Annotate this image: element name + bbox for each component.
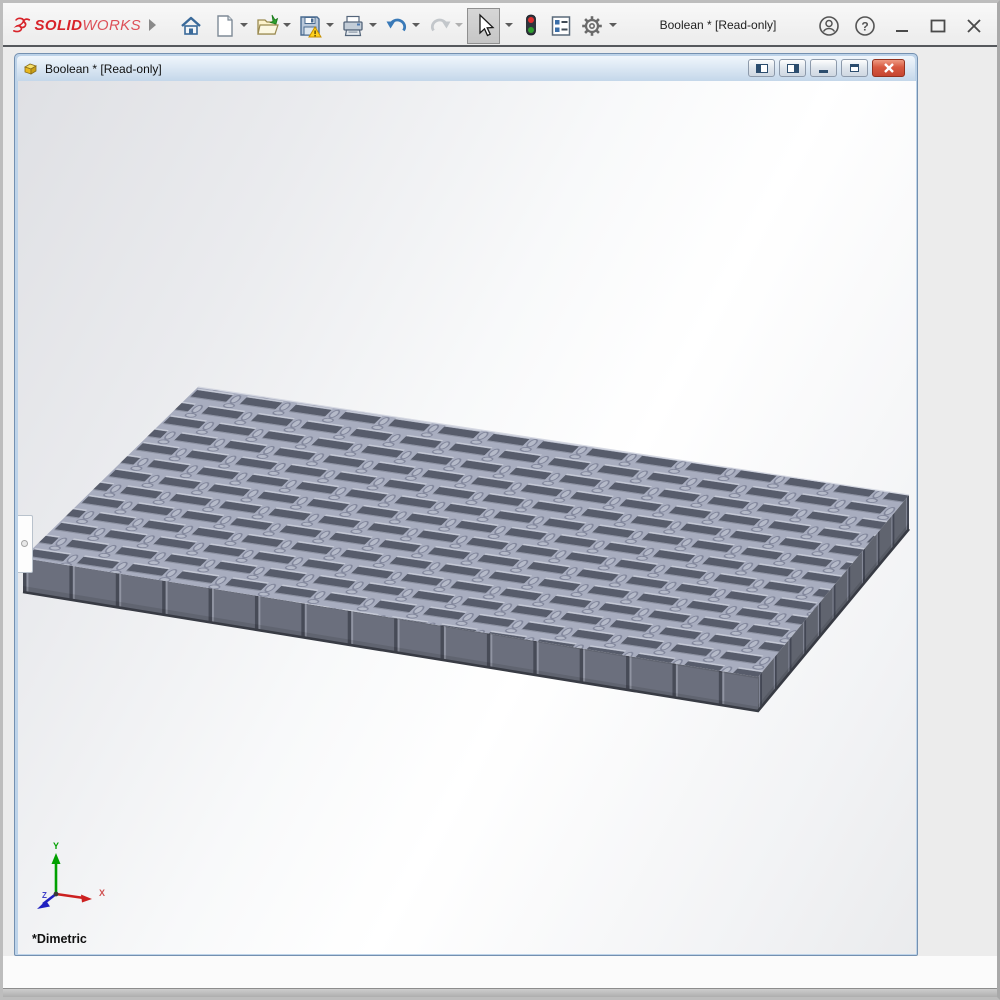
- save-icon: [298, 14, 322, 38]
- solidworks-window: SOLIDWORKS: [0, 0, 1000, 1000]
- new-document-button[interactable]: [211, 11, 239, 41]
- open-dropdown[interactable]: [283, 23, 291, 27]
- solidworks-logo: SOLIDWORKS: [11, 10, 141, 40]
- collapse-tab-knob-icon: [21, 540, 28, 547]
- undo-dropdown[interactable]: [412, 23, 420, 27]
- document-titlebar[interactable]: Boolean * [Read-only]: [17, 56, 915, 81]
- redo-button[interactable]: [426, 11, 454, 41]
- select-cursor-icon: [473, 13, 495, 39]
- settings-dropdown[interactable]: [609, 23, 617, 27]
- close-icon: [964, 14, 984, 38]
- status-bar: [3, 988, 997, 997]
- new-document-icon: [214, 14, 236, 38]
- print-icon: [341, 14, 365, 38]
- redo-dropdown[interactable]: [455, 23, 463, 27]
- graphics-viewport[interactable]: Y X Z *Dimetric: [18, 81, 916, 954]
- view-orientation-label: *Dimetric: [32, 932, 87, 946]
- settings-button[interactable]: [578, 11, 606, 41]
- interference-light-button[interactable]: [517, 11, 545, 41]
- mdi-bottom-strip: [3, 956, 997, 988]
- mdi-area: Boolean * [Read-only]: [3, 49, 997, 997]
- help-icon: ?: [853, 14, 877, 38]
- featuremanager-collapse-tab[interactable]: [18, 515, 33, 573]
- window-maximize-button[interactable]: [924, 11, 952, 41]
- doc-pane-left-button[interactable]: [748, 59, 775, 77]
- toolbar-document-title: Boolean * [Read-only]: [618, 3, 818, 47]
- new-document-dropdown[interactable]: [240, 23, 248, 27]
- toolbar-flyout-chevron-icon[interactable]: [149, 19, 156, 31]
- save-button[interactable]: [296, 11, 324, 41]
- print-button[interactable]: [339, 11, 367, 41]
- undo-icon: [385, 14, 409, 38]
- brand-solid: SOLID: [34, 17, 82, 34]
- doc-close-button[interactable]: [872, 59, 905, 77]
- axis-x-label: X: [99, 888, 105, 898]
- axis-z-arrow: [37, 901, 50, 910]
- account-icon: [817, 14, 841, 38]
- undo-button[interactable]: [383, 11, 411, 41]
- svg-text:?: ?: [861, 19, 868, 33]
- open-folder-icon: [255, 14, 281, 38]
- gear-icon: [580, 14, 604, 38]
- save-dropdown[interactable]: [326, 23, 334, 27]
- axis-y-arrow: [52, 853, 61, 864]
- print-dropdown[interactable]: [369, 23, 377, 27]
- window-minimize-button[interactable]: [888, 11, 916, 41]
- help-button[interactable]: ?: [851, 11, 879, 41]
- doc-close-icon: [882, 62, 896, 74]
- account-button[interactable]: [815, 11, 843, 41]
- main-toolbar: SOLIDWORKS: [3, 3, 997, 47]
- maximize-icon: [928, 14, 948, 38]
- doc-restore-button[interactable]: [841, 59, 868, 77]
- pane-left-icon: [756, 64, 768, 73]
- open-button[interactable]: [254, 11, 282, 41]
- part-document-icon: [23, 61, 40, 77]
- axis-x-arrow: [81, 895, 92, 903]
- report-list-icon: [549, 14, 573, 38]
- brand-works: WORKS: [82, 17, 141, 34]
- doc-minimize-icon: [819, 70, 828, 73]
- minimize-icon: [893, 14, 911, 38]
- select-tool-button[interactable]: [467, 8, 500, 44]
- doc-restore-icon: [850, 64, 859, 72]
- home-button[interactable]: [177, 11, 205, 41]
- axis-z-label: Z: [42, 891, 47, 900]
- pane-right-icon: [787, 64, 799, 73]
- document-window: Boolean * [Read-only]: [14, 53, 918, 956]
- document-title: Boolean * [Read-only]: [45, 62, 162, 76]
- axis-y-label: Y: [53, 841, 59, 851]
- select-dropdown[interactable]: [505, 23, 513, 27]
- document-window-buttons: [748, 59, 905, 77]
- reference-triad: Y X Z: [26, 837, 126, 927]
- window-close-button[interactable]: [960, 11, 988, 41]
- doc-minimize-button[interactable]: [810, 59, 837, 77]
- stoplight-icon: [522, 13, 540, 39]
- model-3d-plate[interactable]: [18, 81, 916, 954]
- home-icon: [179, 14, 203, 38]
- report-button[interactable]: [547, 11, 575, 41]
- doc-pane-right-button[interactable]: [779, 59, 806, 77]
- redo-icon: [428, 14, 452, 38]
- dassault-logo-icon: [11, 11, 31, 39]
